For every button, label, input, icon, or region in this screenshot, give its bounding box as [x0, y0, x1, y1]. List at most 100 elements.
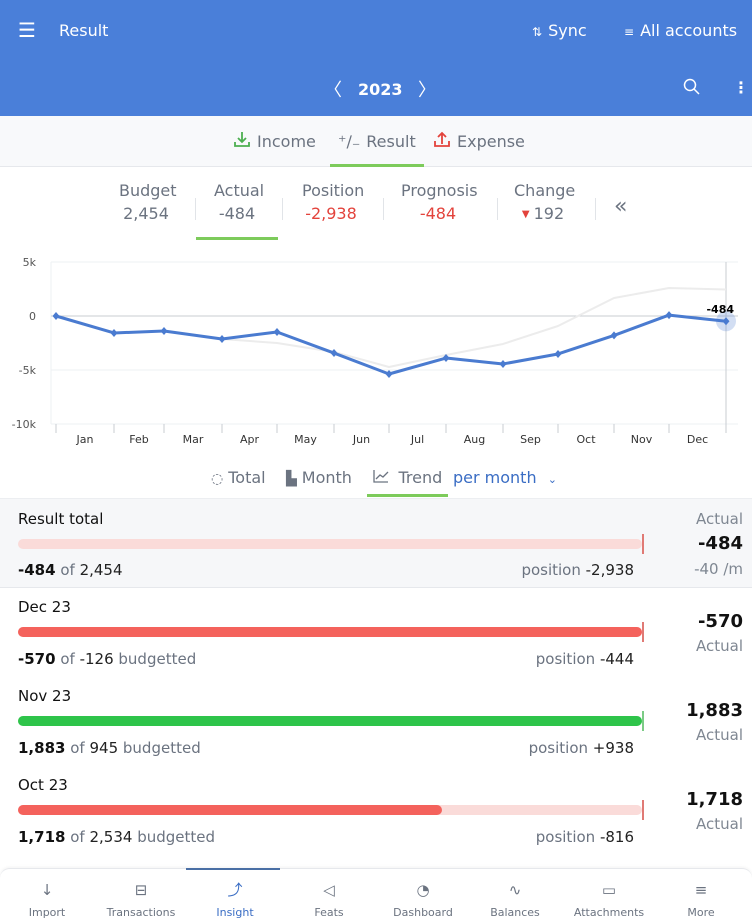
tab-income[interactable]: Income — [233, 116, 316, 166]
tab-month[interactable]: ▙ Month — [286, 468, 352, 487]
stat-budget[interactable]: Budget 2,454 — [119, 180, 177, 225]
nav-attachments[interactable]: ▭ Attachments — [562, 879, 656, 919]
row-position: position -816 — [536, 828, 634, 846]
app-bar: ☰ Result ⇅ Sync ≡ All accounts 〈 2023 〉 ⋮ — [0, 0, 752, 116]
x-tick-label: Sep — [520, 433, 541, 446]
position-value: -444 — [599, 650, 634, 668]
list-row-oct[interactable]: Oct 23 1,718 of 2,534 budgetted position… — [0, 767, 752, 856]
summary-suffix: budgetted — [137, 828, 216, 846]
progress-bar — [18, 622, 644, 642]
nav-feats[interactable]: ◁ Feats — [282, 879, 376, 919]
row-name: Nov 23 — [18, 687, 72, 705]
summary-value: 1,883 — [18, 739, 66, 757]
nav-balances[interactable]: ∿ Balances — [468, 879, 562, 919]
tab-result[interactable]: ⁺∕₋ Result — [330, 116, 424, 167]
list-row-dec[interactable]: Dec 23 -570 of -126 budgetted position -… — [0, 589, 752, 678]
row-summary: -570 of -126 budgetted — [18, 650, 196, 668]
actual-value: 1,883 — [686, 700, 743, 721]
stat-position[interactable]: Position -2,938 — [302, 180, 364, 225]
stats-row: Budget 2,454 Actual -484 Position -2,938… — [0, 180, 752, 240]
budget-marker — [642, 800, 644, 820]
search-icon[interactable] — [683, 78, 701, 100]
stat-budget-label: Budget — [119, 181, 177, 200]
actual-value: -484 — [697, 533, 743, 554]
position-value: -2,938 — [585, 561, 634, 579]
pulse-icon: ∿ — [508, 881, 522, 899]
nav-more-label: More — [687, 906, 715, 919]
view-tabs: ◌ Total ▙ Month Trend per month ⌄ — [0, 462, 752, 498]
stat-prognosis-label: Prognosis — [401, 181, 478, 200]
stat-prognosis[interactable]: Prognosis -484 — [401, 180, 478, 225]
x-tick-label: Nov — [631, 433, 653, 446]
summary-of: of — [60, 561, 75, 579]
stat-change[interactable]: Change ▼ 192 — [514, 180, 575, 226]
progress-bar — [18, 534, 644, 554]
period-dropdown[interactable]: per month ⌄ — [453, 468, 557, 487]
filter-lines-icon: ≡ — [624, 25, 635, 39]
nav-insight[interactable]: ⤴ Insight — [188, 879, 282, 919]
position-label: position — [535, 828, 596, 846]
previous-year-button[interactable]: 〈 — [324, 76, 342, 102]
menu-lines-icon: ≡ — [694, 881, 708, 899]
actual-series-line — [55, 313, 727, 376]
tab-expense[interactable]: Expense — [433, 116, 525, 166]
nav-more[interactable]: ≡ More — [654, 879, 748, 919]
stat-actual[interactable]: Actual -484 — [196, 180, 278, 240]
position-label: position — [528, 739, 589, 757]
tab-result-label: Result — [366, 131, 416, 151]
x-tick-label: Dec — [687, 433, 708, 446]
data-point — [110, 328, 118, 337]
data-point — [499, 359, 507, 368]
x-tick-label: Feb — [129, 433, 148, 446]
nav-transactions-label: Transactions — [106, 906, 176, 919]
row-summary: 1,718 of 2,534 budgetted — [18, 828, 215, 846]
next-year-button[interactable]: 〉 — [418, 76, 436, 102]
x-tick-label: Mar — [183, 433, 204, 446]
x-tick-label: Jul — [410, 433, 424, 446]
summary-value: -570 — [18, 650, 56, 668]
nav-balances-label: Balances — [490, 906, 540, 919]
row-position: position +938 — [529, 739, 634, 757]
divider — [383, 198, 384, 220]
divider — [282, 198, 283, 220]
stat-budget-value: 2,454 — [123, 204, 169, 223]
result-total-row[interactable]: Result total -484 of 2,454 position -2,9… — [0, 498, 752, 588]
data-point — [385, 369, 393, 378]
divider — [497, 198, 498, 220]
budget-series-line — [55, 287, 727, 368]
tab-trend-label: Trend — [398, 468, 443, 487]
accounts-selector[interactable]: ≡ All accounts — [624, 21, 737, 40]
more-options-icon[interactable]: ⋮ — [733, 78, 749, 97]
hamburger-menu-icon[interactable]: ☰ — [18, 18, 36, 42]
stat-position-value: -2,938 — [305, 204, 357, 223]
summary-of: of — [70, 739, 85, 757]
position-label: position — [521, 561, 581, 579]
progress-fill — [18, 627, 642, 637]
progress-fill — [18, 716, 642, 726]
summary-budget: 945 — [89, 739, 119, 757]
position-label: position — [535, 650, 596, 668]
nav-transactions[interactable]: ⊟ Transactions — [94, 879, 188, 919]
nav-import[interactable]: ↓ Import — [0, 879, 94, 919]
trend-chart: 5k 0 -5k -10k Jan Feb Mar Apr May Jun Jul Aug Sep Oct… — [0, 250, 752, 460]
tab-income-label: Income — [257, 131, 316, 151]
gauge-icon: ◔ — [416, 881, 430, 899]
tab-month-label: Month — [301, 468, 352, 487]
nav-insight-label: Insight — [216, 906, 254, 919]
tab-total[interactable]: ◌ Total — [211, 468, 266, 487]
year-label: 2023 — [358, 80, 403, 99]
tab-trend[interactable]: Trend — [366, 468, 449, 497]
nav-dashboard[interactable]: ◔ Dashboard — [376, 879, 470, 919]
list-row-nov[interactable]: Nov 23 1,883 of 945 budgetted position +… — [0, 678, 752, 767]
progress-bar — [18, 711, 644, 731]
summary-suffix: budgetted — [118, 650, 197, 668]
collapse-chevrons-icon[interactable]: « — [614, 194, 627, 219]
sync-button[interactable]: ⇅ Sync — [532, 21, 587, 40]
nav-dashboard-label: Dashboard — [393, 906, 453, 919]
y-tick-label: 5k — [23, 256, 37, 269]
summary-value: 1,718 — [18, 828, 66, 846]
per-month-value: -40 /m — [694, 560, 743, 578]
stat-actual-label: Actual — [214, 181, 265, 200]
progress-fill — [18, 805, 443, 815]
bottom-navigation: ↓ Import ⊟ Transactions ⤴ Insight ◁ Feat… — [0, 868, 752, 923]
